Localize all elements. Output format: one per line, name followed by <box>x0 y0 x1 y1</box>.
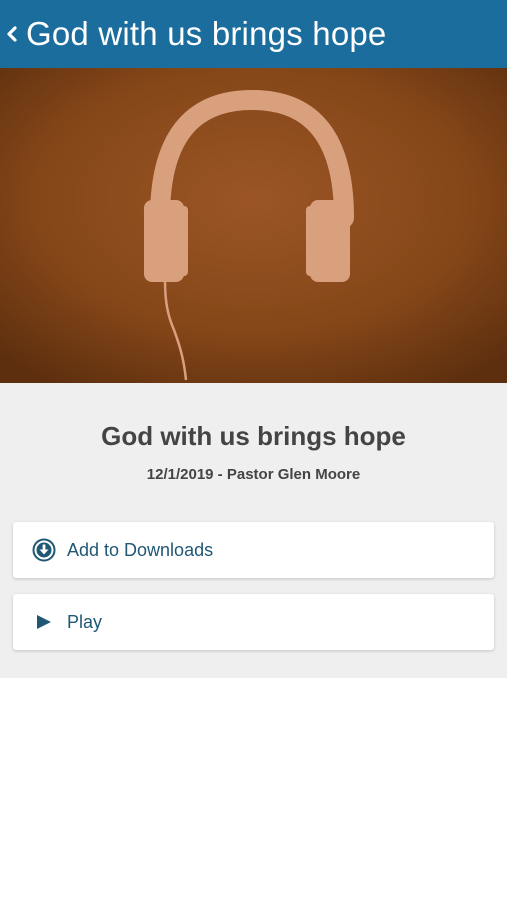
chevron-left-icon <box>7 26 17 42</box>
download-circle-icon <box>32 538 56 562</box>
sermon-detail-screen: God with us brings hope God with us brin… <box>0 0 507 900</box>
app-header: God with us brings hope <box>0 0 507 68</box>
back-button[interactable] <box>0 0 26 68</box>
sermon-date-speaker: 12/1/2019 - Pastor Glen Moore <box>146 466 361 483</box>
add-to-downloads-label: Add to Downloads <box>67 539 214 560</box>
headphones-illustration <box>0 68 507 383</box>
sermon-artwork <box>0 68 507 383</box>
play-icon <box>32 610 56 634</box>
header-title: God with us brings hope <box>26 15 387 52</box>
sermon-details: God with us brings hope 12/1/2019 - Past… <box>0 383 507 678</box>
play-label: Play <box>67 611 103 632</box>
add-to-downloads-button[interactable]: Add to Downloads <box>13 522 494 578</box>
play-button[interactable]: Play <box>13 594 494 650</box>
sermon-title: God with us brings hope <box>101 421 406 451</box>
